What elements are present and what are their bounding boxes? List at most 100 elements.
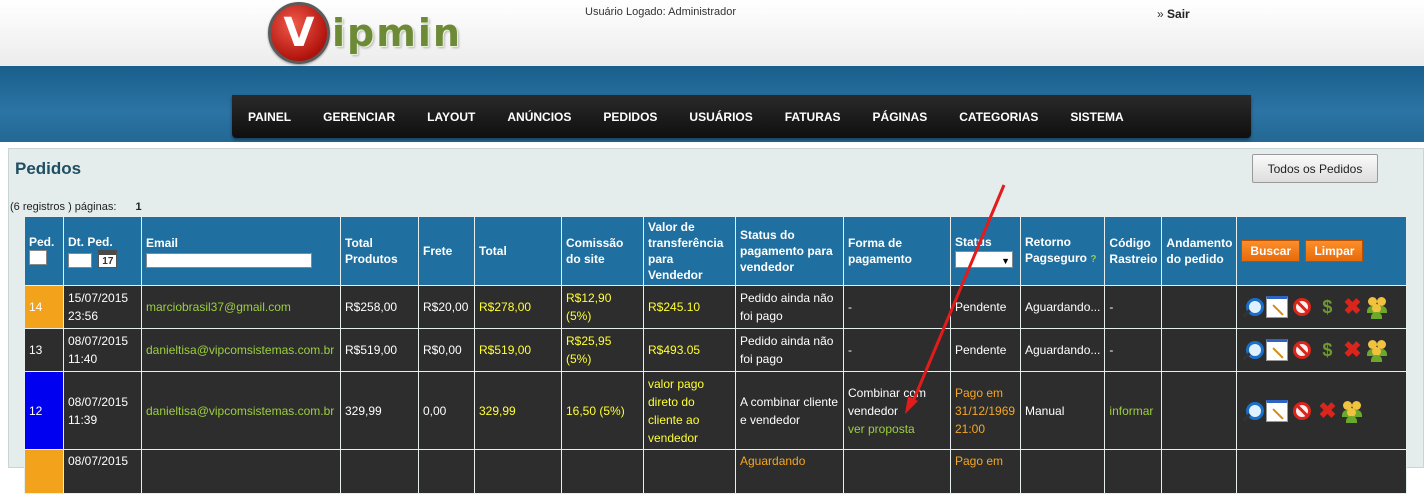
main-nav: PAINEL GERENCIAR LAYOUT ANÚNCIOS PEDIDOS… (232, 95, 1251, 138)
table-row[interactable]: 12 08/07/2015 11:39 danieltisa@vipcomsist… (24, 371, 1408, 450)
order-status: Pendente (950, 328, 1021, 372)
nav-usuarios[interactable]: USUÁRIOS (689, 110, 752, 124)
nav-gerenciar[interactable]: GERENCIAR (323, 110, 395, 124)
block-icon[interactable] (1291, 339, 1313, 361)
order-retorno: Aguardando... (1019, 285, 1106, 329)
delete-icon[interactable]: ✖ (1316, 399, 1338, 422)
nav-faturas[interactable]: FATURAS (785, 110, 841, 124)
money-icon[interactable]: $ (1316, 339, 1338, 361)
table-row[interactable]: 14 15/07/2015 23:56 marciobrasil37@gmail.… (24, 285, 1408, 329)
col-ped-label: Ped. (29, 234, 55, 249)
nav-paginas[interactable]: PÁGINAS (873, 110, 928, 124)
order-frete: R$20,00 (418, 285, 475, 329)
order-total (474, 449, 562, 494)
buscar-button[interactable]: Buscar (1241, 240, 1301, 262)
order-retorno: Manual (1019, 371, 1106, 450)
notepad-icon[interactable] (1266, 399, 1289, 422)
col-total: Total (474, 216, 562, 286)
users-icon[interactable] (1366, 296, 1388, 319)
order-comissao-pct: (5%) (566, 309, 592, 323)
money-icon[interactable]: $ (1316, 296, 1338, 318)
order-id: 12 (24, 371, 64, 450)
order-actions: ✖ (1236, 371, 1408, 450)
order-status-pag: Pedido ainda não foi pago (735, 328, 844, 372)
calendar-icon[interactable]: 17 (98, 250, 118, 268)
order-rastreio (1104, 449, 1163, 494)
nav-sistema[interactable]: SISTEMA (1070, 110, 1123, 124)
order-email (141, 449, 341, 494)
order-status-pag: Aguardando (735, 449, 844, 494)
col-actions: Buscar Limpar (1236, 216, 1408, 286)
order-andamento (1161, 449, 1238, 494)
users-icon[interactable] (1341, 400, 1363, 423)
ped-filter-input[interactable] (29, 249, 47, 265)
logout-prefix: » (1157, 7, 1164, 21)
order-id: 14 (24, 285, 64, 329)
email-filter-input[interactable] (146, 252, 312, 268)
nav-layout[interactable]: LAYOUT (427, 110, 475, 124)
nav-pedidos[interactable]: PEDIDOS (603, 110, 657, 124)
col-date-label: Dt. Ped. (68, 235, 113, 249)
col-total-produtos: Total Produtos (340, 216, 419, 286)
col-valor-transf: Valor de transferência para Vendedor (643, 216, 736, 286)
order-total: R$519,00 (474, 328, 562, 372)
zoom-icon[interactable] (1241, 339, 1265, 361)
nav-anuncios[interactable]: ANÚNCIOS (507, 110, 571, 124)
order-status: Pendente (950, 285, 1021, 329)
vipmin-logo[interactable]: V ipmin (268, 2, 462, 64)
order-email: danieltisa@vipcomsistemas.com.br (141, 371, 341, 450)
col-status-label: Status (955, 235, 992, 250)
order-status: Pago em (950, 449, 1021, 494)
status-filter-select[interactable] (955, 250, 1013, 269)
order-date-time: 11:39 (68, 412, 98, 427)
table-row[interactable]: 13 08/07/2015 11:40 danieltisa@vipcomsist… (24, 328, 1408, 372)
order-andamento (1161, 371, 1238, 450)
col-ped: Ped. (24, 216, 64, 286)
orders-table: Ped. Dt. Ped. 17 Email Total Produtos Fr… (24, 216, 1408, 494)
limpar-button[interactable]: Limpar (1305, 240, 1364, 262)
date-filter-input[interactable] (68, 253, 92, 268)
order-forma-pag: - (843, 328, 951, 372)
logo-v-badge: V (268, 2, 330, 64)
delete-icon[interactable]: ✖ (1341, 296, 1363, 318)
order-total-produtos: R$519,00 (340, 328, 419, 372)
order-comissao: R$12,90 (5%) (561, 285, 644, 329)
notepad-icon[interactable] (1266, 339, 1289, 361)
order-date-time: 23:56 (68, 309, 99, 323)
order-actions: $ ✖ (1236, 285, 1408, 329)
table-row[interactable]: 08/07/2015 Aguardando Pago em (24, 449, 1408, 494)
block-icon[interactable] (1291, 296, 1313, 318)
nav-categorias[interactable]: CATEGORIAS (959, 110, 1038, 124)
view-proposal-link[interactable]: ver proposta (848, 420, 946, 438)
block-icon[interactable] (1291, 400, 1313, 422)
order-date: 08/07/2015 11:40 (63, 328, 142, 372)
order-date-day: 15/07/2015 (68, 291, 129, 305)
nav-painel[interactable]: PAINEL (248, 110, 291, 124)
col-status: Status (950, 216, 1021, 286)
zoom-icon[interactable] (1241, 400, 1265, 422)
order-status-pag: Pedido ainda não foi pago (735, 285, 844, 329)
logout-label[interactable]: Sair (1167, 7, 1190, 21)
tracking-inform-link[interactable]: informar (1104, 371, 1163, 450)
pagination-info: (6 registros ) páginas: 1 (10, 201, 142, 213)
delete-icon[interactable]: ✖ (1341, 339, 1363, 361)
order-comissao: 16,50 (5%) (561, 371, 644, 450)
order-andamento (1161, 285, 1238, 329)
col-email-label: Email (146, 235, 179, 250)
users-icon[interactable] (1366, 339, 1388, 362)
header-bar: V ipmin Usuário Logado: Administrador » … (0, 0, 1424, 66)
order-forma-pag: - (843, 285, 951, 329)
order-date-day: 08/07/2015 (68, 394, 129, 409)
page-number-link[interactable]: 1 (135, 201, 141, 213)
order-date: 08/07/2015 11:39 (63, 371, 142, 450)
order-total: 329,99 (474, 371, 562, 450)
logout-link[interactable]: » Sair (1157, 7, 1190, 21)
zoom-icon[interactable] (1241, 296, 1265, 318)
notepad-icon[interactable] (1266, 296, 1289, 318)
col-rastreio: Código Rastreio (1104, 216, 1163, 286)
order-email: marciobrasil37@gmail.com (141, 285, 341, 329)
col-andamento: Andamento do pedido (1161, 216, 1238, 286)
all-orders-button[interactable]: Todos os Pedidos (1252, 154, 1378, 183)
help-icon[interactable]: ? (1090, 254, 1096, 265)
col-retorno: Retorno Pagseguro ? (1019, 216, 1106, 286)
